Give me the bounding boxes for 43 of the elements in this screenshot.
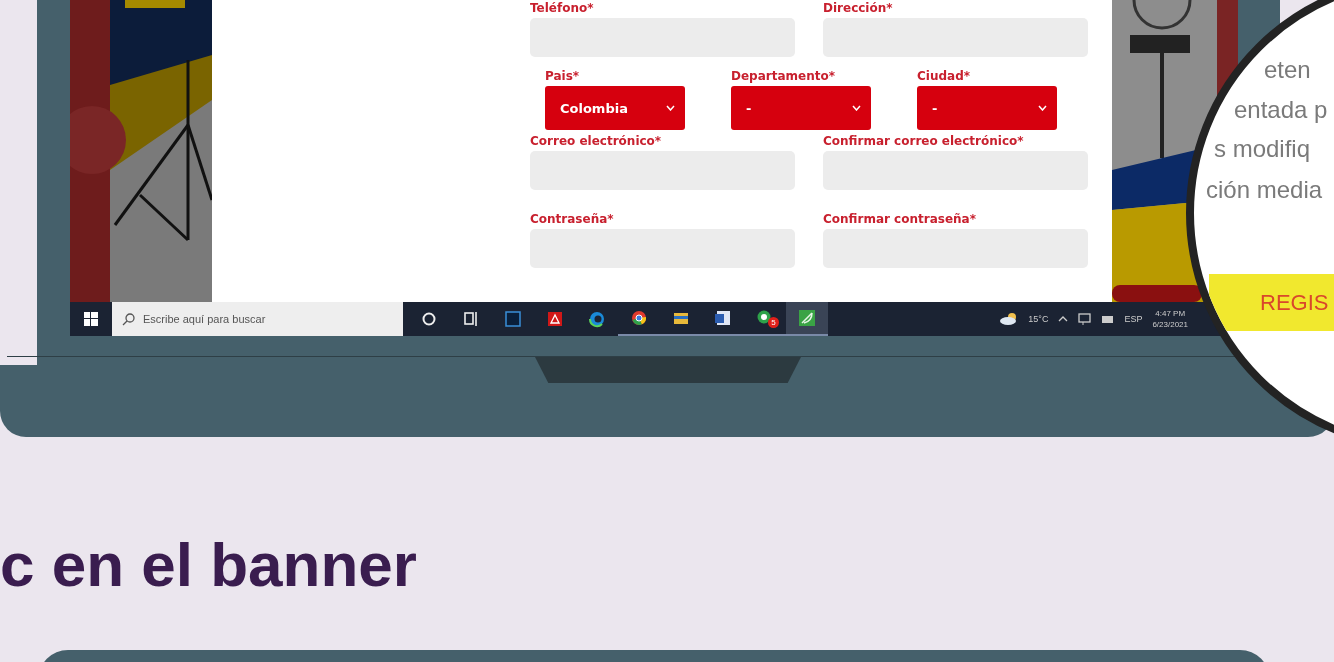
field-label: Confirmar contraseña*	[823, 212, 977, 228]
swirl-icon	[588, 310, 606, 328]
document-app-icon	[546, 310, 564, 328]
square-app-icon	[504, 310, 522, 328]
temperature: 15°C	[1028, 314, 1049, 324]
field-label: Correo electrónico*	[530, 134, 663, 150]
dropdown[interactable]: -	[731, 86, 871, 130]
notification-count: 5	[768, 317, 779, 328]
dropdown[interactable]: -	[917, 86, 1057, 130]
cloud-sun-icon	[1000, 313, 1019, 325]
field-label: Departamento*	[731, 69, 836, 85]
dropdown[interactable]: Colombia	[545, 86, 685, 130]
text-fragment: entada p	[1234, 96, 1328, 124]
battery-icon[interactable]	[1102, 314, 1115, 324]
search-placeholder: Escribe aquí para buscar	[143, 313, 266, 325]
circle-icon	[420, 310, 438, 328]
field-label: Ciudad*	[917, 69, 971, 85]
text-fragment: eten	[1264, 56, 1311, 84]
chevron-icon	[666, 105, 675, 111]
leaf-app-icon	[798, 309, 816, 327]
text-fragment: ción media	[1206, 176, 1323, 204]
field-label: Confirmar correo electrónico*	[823, 134, 1025, 150]
text-fragment: s modifiq	[1214, 135, 1311, 163]
field-label: Teléfono*	[530, 1, 595, 17]
task-view-icon	[462, 310, 480, 328]
language-indicator[interactable]: ESP	[1124, 314, 1143, 324]
register-button[interactable]: REGIS	[1209, 274, 1334, 331]
clock-date[interactable]: 6/23/2021	[1152, 319, 1188, 330]
section-heading: c en el banner	[0, 529, 418, 601]
search-icon	[122, 312, 135, 326]
field-label: Contraseña*	[530, 212, 615, 228]
circle-app-icon	[630, 309, 648, 327]
taskbar-button[interactable]	[786, 302, 828, 336]
search-field[interactable]: Escribe aquí para buscar	[112, 302, 403, 336]
caret-icon[interactable]	[1058, 316, 1069, 322]
chevron-icon	[1038, 105, 1047, 111]
clock-time[interactable]: 4:47 PM	[1155, 308, 1186, 319]
chevron-icon	[852, 105, 861, 111]
document-icon	[714, 309, 732, 327]
monitor-icon[interactable]	[1078, 313, 1093, 325]
field-label: Pais*	[545, 69, 581, 85]
windows-icon[interactable]	[84, 312, 98, 326]
field-label: Dirección*	[823, 1, 894, 17]
